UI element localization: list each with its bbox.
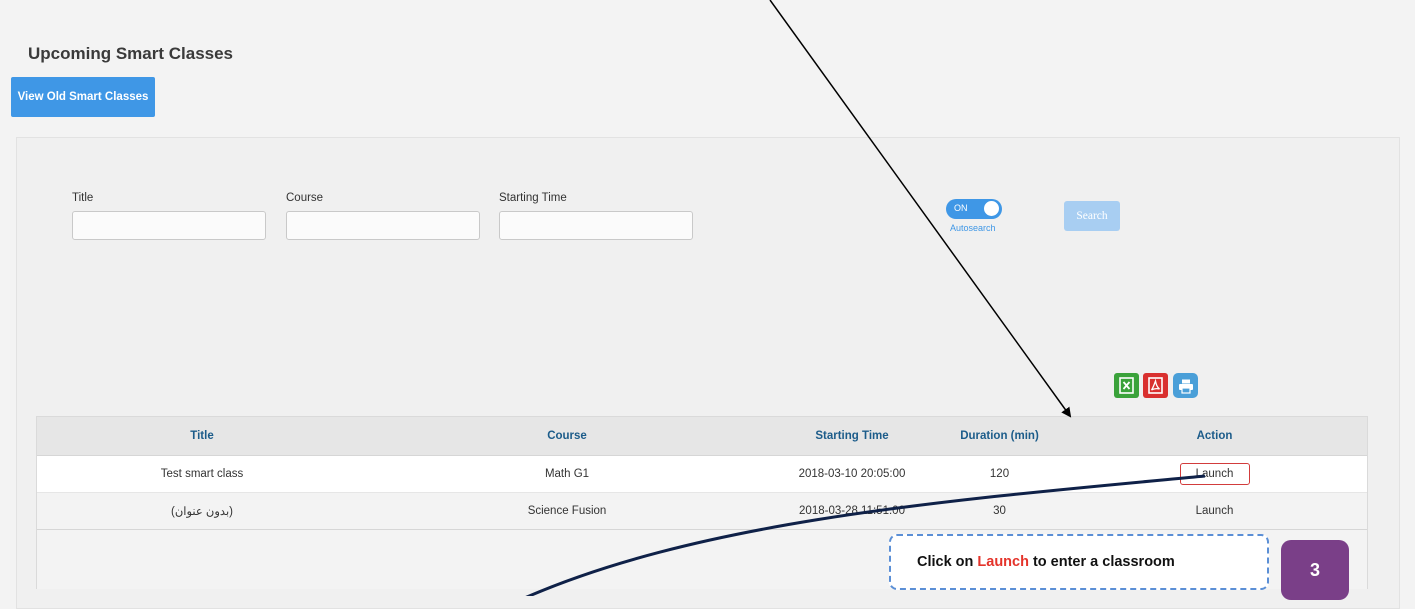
column-header-action: Action: [1062, 417, 1367, 456]
print-button[interactable]: [1173, 373, 1198, 398]
cell-duration: 30: [937, 492, 1062, 530]
cell-course: Math G1: [367, 455, 767, 493]
autosearch-toggle[interactable]: ON: [946, 199, 1002, 219]
cell-starting-time: 2018-03-28 11:51:00: [767, 492, 937, 530]
callout-prefix: Click on: [917, 554, 974, 570]
export-excel-button[interactable]: [1114, 373, 1139, 398]
search-button[interactable]: Search: [1064, 201, 1120, 231]
column-header-title[interactable]: Title: [37, 417, 367, 456]
starting-time-filter-input[interactable]: [499, 211, 693, 240]
column-header-course[interactable]: Course: [367, 417, 767, 456]
page-title: Upcoming Smart Classes: [28, 44, 234, 63]
step-number-badge: 3: [1281, 540, 1349, 600]
table-row: (بدون عنوان) Science Fusion 2018-03-28 1…: [37, 492, 1367, 530]
cell-action: Launch: [1062, 492, 1367, 530]
title-filter-input[interactable]: [72, 211, 266, 240]
export-pdf-button[interactable]: [1143, 373, 1168, 398]
instruction-callout: Click on Launch to enter a classroom: [889, 534, 1269, 590]
cell-title: (بدون عنوان): [37, 492, 367, 530]
title-filter-label: Title: [72, 192, 94, 204]
table-row: Test smart class Math G1 2018-03-10 20:0…: [37, 455, 1367, 493]
starting-time-filter-label: Starting Time: [499, 192, 567, 204]
column-header-duration[interactable]: Duration (min): [937, 417, 1062, 456]
course-filter-input[interactable]: [286, 211, 480, 240]
course-filter-label: Course: [286, 192, 324, 204]
callout-suffix: to enter a classroom: [1032, 554, 1175, 570]
table-header-row: Title Course Starting Time Duration (min…: [37, 417, 1367, 456]
callout-highlight: Launch: [977, 554, 1029, 570]
cell-course: Science Fusion: [367, 492, 767, 530]
launch-link[interactable]: Launch: [1179, 463, 1250, 485]
printer-icon: [1178, 379, 1193, 394]
autosearch-label: Autosearch: [950, 223, 996, 233]
excel-file-icon: [1119, 377, 1134, 394]
toggle-knob: [984, 201, 999, 216]
cell-starting-time: 2018-03-10 20:05:00: [767, 455, 937, 493]
smart-classes-table: Title Course Starting Time Duration (min…: [37, 417, 1367, 530]
cell-title: Test smart class: [37, 455, 367, 493]
cell-duration: 120: [937, 455, 1062, 493]
view-old-smart-classes-button[interactable]: View Old Smart Classes: [11, 77, 155, 117]
pdf-file-icon: [1148, 377, 1163, 394]
toggle-state-label: ON: [954, 203, 968, 213]
launch-link[interactable]: Launch: [1196, 505, 1234, 517]
column-header-starting-time[interactable]: Starting Time: [767, 417, 937, 456]
cell-action: Launch: [1062, 455, 1367, 493]
